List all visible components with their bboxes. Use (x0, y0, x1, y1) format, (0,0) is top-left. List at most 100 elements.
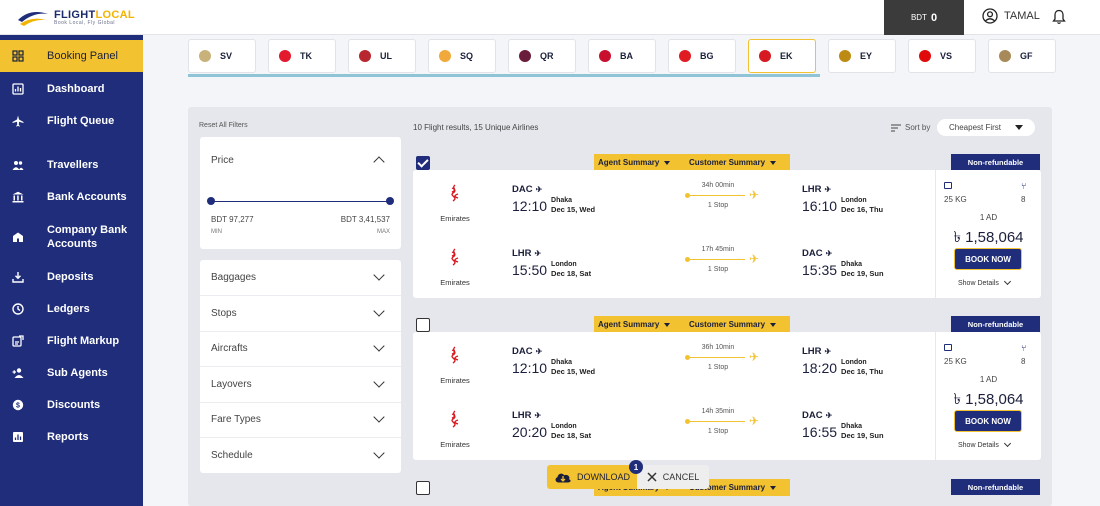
plane-icon (12, 115, 24, 127)
sort-select[interactable]: Cheapest First (937, 119, 1035, 136)
airline-filter-ey[interactable]: EY (828, 39, 896, 73)
filter-baggages[interactable]: Baggages (200, 260, 401, 296)
arrival-time: 18:20 (802, 360, 838, 376)
agent-summary-tab[interactable]: Agent Summary (594, 316, 685, 333)
airline-filter-bg[interactable]: BG (668, 39, 736, 73)
airline-code: UL (380, 51, 392, 61)
download-button[interactable]: DOWNLOAD 1 (547, 460, 643, 489)
filter-layovers[interactable]: Layovers (200, 367, 401, 403)
airline-logo-icon (919, 50, 931, 62)
agent-summary-tab[interactable]: Agent Summary (594, 154, 685, 171)
departure-time: 12:10 (512, 360, 548, 376)
chevron-up-icon[interactable] (373, 156, 385, 168)
airline-code: QR (540, 51, 554, 61)
airline-code: VS (940, 51, 953, 61)
airline-filter-tk[interactable]: TK (268, 39, 336, 73)
departure-info: DAC ✈ 12:10 Dhaka Dec 15, Wed (512, 184, 596, 214)
passenger-count: 1 AD (979, 375, 998, 384)
show-details-toggle[interactable]: Show Details (958, 277, 1011, 287)
caret-down-icon (1015, 125, 1023, 130)
arrival-info: DAC ✈ 16:55 Dhaka Dec 19, Sun (802, 410, 884, 440)
sidebar-item-ledgers[interactable]: Ledgers (0, 301, 143, 317)
sidebar-item-bank-accounts[interactable]: Bank Accounts (0, 189, 143, 205)
sidebar-item-sub-agents[interactable]: Sub Agents (0, 365, 143, 381)
passenger-count: 1 AD (979, 213, 998, 222)
airline-filter-gf[interactable]: GF (988, 39, 1056, 73)
price-min-label: MIN (211, 229, 222, 235)
filter-schedule[interactable]: Schedule (200, 438, 401, 474)
select-checkbox[interactable] (416, 156, 430, 170)
flight-duration: 36h 10min ✈ 1 Stop (685, 344, 759, 371)
takeoff-icon: ✈ (534, 249, 542, 258)
airline-code: TK (300, 51, 312, 61)
sidebar-item-label: Flight Queue (47, 115, 115, 127)
airline-logo-icon (599, 50, 611, 62)
airline-filter-ul[interactable]: UL (348, 39, 416, 73)
baggage-allowance: 25 KG (944, 195, 967, 204)
airline-info: Emirates (435, 248, 475, 287)
book-now-button[interactable]: BOOK NOW (954, 248, 1022, 270)
sidebar-item-booking-panel[interactable]: Booking Panel (0, 40, 143, 72)
sidebar-item-travellers[interactable]: Travellers (0, 157, 143, 173)
book-now-button[interactable]: BOOK NOW (954, 410, 1022, 432)
filter-stops[interactable]: Stops (200, 296, 401, 332)
sidebar-item-label: Booking Panel (47, 50, 118, 62)
airline-filter-ek[interactable]: EK (748, 39, 816, 73)
sidebar-item-label: Reports (47, 431, 89, 443)
airline-filter-ba[interactable]: BA (588, 39, 656, 73)
summary-tabs: Agent Summary Customer Summary (594, 316, 790, 333)
airline-code: BA (620, 51, 633, 61)
select-checkbox[interactable] (416, 318, 430, 332)
select-checkbox[interactable] (416, 481, 430, 495)
notification-bell-icon[interactable] (1052, 9, 1066, 25)
sidebar-item-discounts[interactable]: $ Discounts (0, 397, 143, 413)
balance-box[interactable]: BDT 0 (884, 0, 964, 35)
sidebar-item-deposits[interactable]: Deposits (0, 269, 143, 285)
plane-icon: ✈ (748, 252, 759, 266)
brand-name-1: FLIGHT (54, 8, 96, 21)
brand-name-2: LOCAL (95, 8, 135, 21)
route-line: ✈ (685, 252, 759, 266)
chevron-down-icon (373, 376, 385, 388)
grid-icon (12, 50, 24, 62)
fare-type-badge: Non-refundable (951, 479, 1040, 495)
seat-icon: ⑂ (1021, 343, 1027, 353)
flight-card-body: Emirates DAC ✈ 12:10 Dhaka Dec 15, Wed 36h 10m… (413, 332, 1041, 460)
departure-time: 15:50 (512, 262, 548, 278)
sidebar-item-company-bank-accounts[interactable]: Company Bank Accounts (0, 221, 143, 253)
caret-down-icon (664, 322, 671, 327)
sidebar-item-flight-queue[interactable]: Flight Queue (0, 113, 143, 129)
sidebar-item-reports[interactable]: Reports (0, 429, 143, 445)
filter-fare-types[interactable]: Fare Types (200, 402, 401, 438)
arrival-time: 15:35 (802, 262, 838, 278)
reset-filters-link[interactable]: Reset All Filters (199, 122, 248, 129)
sort-selected-value: Cheapest First (949, 123, 1002, 132)
airline-filter-sv[interactable]: SV (188, 39, 256, 73)
price-min-handle[interactable] (207, 197, 215, 205)
takeoff-icon: ✈ (534, 411, 542, 420)
fare-type-badge: Non-refundable (951, 154, 1040, 170)
airline-filter-vs[interactable]: VS (908, 39, 976, 73)
show-details-toggle[interactable]: Show Details (958, 439, 1011, 449)
chevron-down-icon (373, 305, 385, 317)
airline-strip-scrollbar[interactable] (188, 74, 820, 77)
summary-tabs: Agent Summary Customer Summary (594, 154, 790, 171)
caret-down-icon (770, 160, 777, 165)
airline-filter-sq[interactable]: SQ (428, 39, 496, 73)
flight-card-partial: Agent Summary Customer Summary Non-refun… (413, 479, 1041, 506)
sidebar-item-flight-markup[interactable]: Flight Markup (0, 333, 143, 349)
brand-tagline: Book Local, Fly Global (54, 19, 116, 26)
customer-summary-tab[interactable]: Customer Summary (685, 154, 790, 171)
sidebar-item-dashboard[interactable]: Dashboard (0, 81, 143, 97)
price-max-handle[interactable] (386, 197, 394, 205)
user-menu[interactable]: TAMAL (982, 8, 1040, 24)
baggage-icon (944, 344, 952, 351)
airline-filter-qr[interactable]: QR (508, 39, 576, 73)
building-icon (13, 232, 23, 242)
customer-summary-tab[interactable]: Customer Summary (685, 316, 790, 333)
brand-logo[interactable]: FLIGHTLOCAL Book Local, Fly Global (0, 0, 143, 35)
sidebar-item-label: Company Bank Accounts (47, 224, 128, 250)
discount-icon: $ (12, 399, 24, 411)
filter-aircrafts[interactable]: Aircrafts (200, 331, 401, 367)
cancel-button[interactable]: CANCEL (637, 465, 709, 489)
